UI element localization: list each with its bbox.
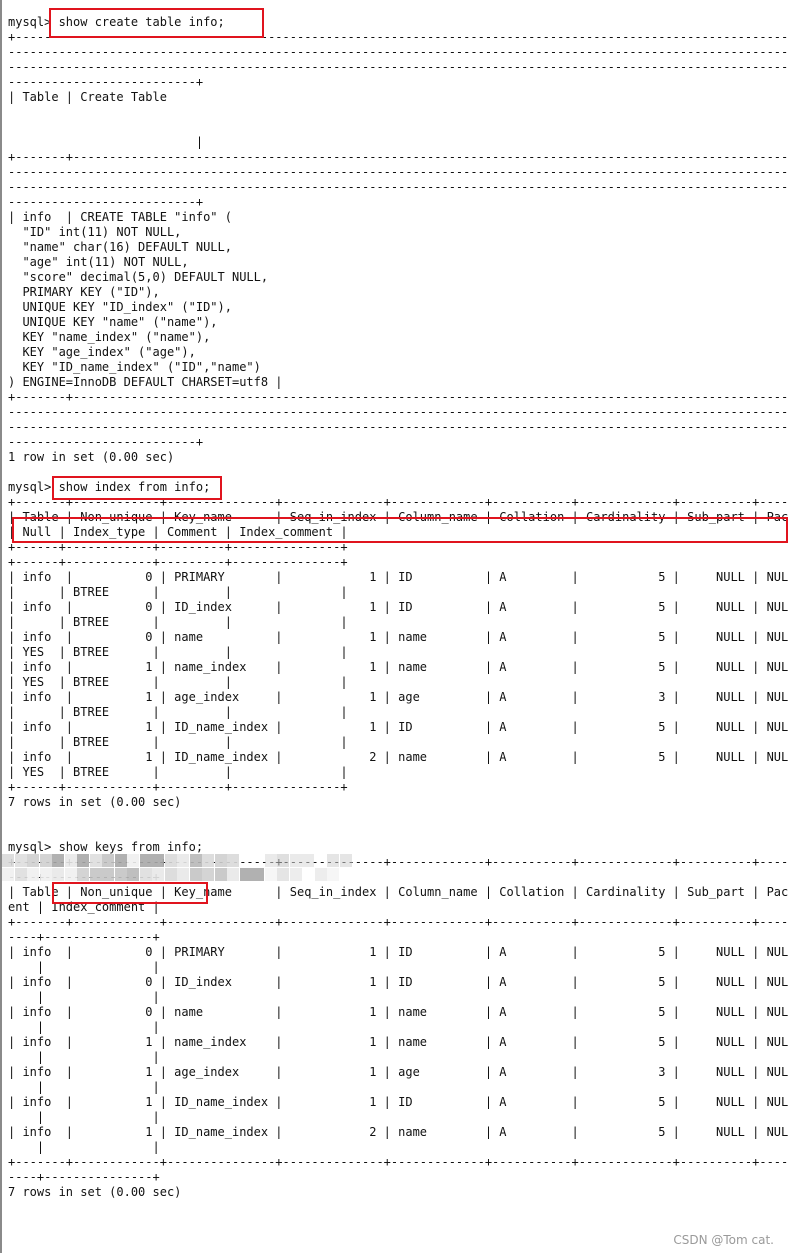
terminal-line-40: | | BTREE | | | [8,615,348,629]
terminal-line-76: +-------+------------+---------------+--… [8,1155,788,1169]
terminal-line-35: +------+------------+---------+---------… [8,540,348,554]
terminal-line-22: KEY "age_index" ("age"), [8,345,196,359]
terminal-line-36: +------+------------+---------+---------… [8,555,348,569]
terminal-line-60: +-------+------------+---------------+--… [8,915,788,929]
terminal-line-12: --------------------------+ [8,195,204,209]
terminal-line-44: | YES | BTREE | | | [8,675,348,689]
terminal-line-31: mysql> show index from info; [8,480,211,494]
terminal-line-33: | Table | Non_unique | Key_name | Seq_in… [8,510,788,524]
terminal-line-51: +------+------------+---------+---------… [8,780,348,794]
terminal-line-10: ----------------------------------------… [8,165,788,179]
terminal-line-62: | info | 0 | PRIMARY | 1 | ID | A | 5 | … [8,945,788,959]
terminal-line-39: | info | 0 | ID_index | 1 | ID | A | 5 |… [8,600,788,614]
watermark-text: CSDN @Tom cat. [673,1233,774,1247]
terminal-line-17: "score" decimal(5,0) DEFAULT NULL, [8,270,269,284]
terminal-line-63: | | [8,960,160,974]
terminal-line-75: | | [8,1140,160,1154]
terminal-line-70: | info | 1 | age_index | 1 | age | A | 3… [8,1065,788,1079]
terminal-line-1: +---------------------------------------… [8,30,788,44]
terminal-line-15: "name" char(16) DEFAULT NULL, [8,240,232,254]
terminal-line-77: ----+---------------+ [8,1170,160,1184]
terminal-line-14: "ID" int(11) NOT NULL, [8,225,182,239]
terminal-line-11: ----------------------------------------… [8,180,788,194]
terminal-line-71: | | [8,1080,160,1094]
terminal-line-9: +-------+-------------------------------… [8,150,788,164]
terminal-line-49: | info | 1 | ID_name_index | 2 | name | … [8,750,788,764]
terminal-line-73: | | [8,1110,160,1124]
terminal-line-19: UNIQUE KEY "ID_index" ("ID"), [8,300,232,314]
terminal-line-42: | YES | BTREE | | | [8,645,348,659]
terminal-line-43: | info | 1 | name_index | 1 | name | A |… [8,660,788,674]
terminal-line-58: | Table | Non_unique | Key_name | Seq_in… [8,885,788,899]
terminal-line-41: | info | 0 | name | 1 | name | A | 5 | N… [8,630,788,644]
terminal-line-5: | Table | Create Table [8,90,167,104]
terminal-line-78: 7 rows in set (0.00 sec) [8,1185,182,1199]
terminal-line-55: mysql> show keys from info; [8,840,204,854]
pixelated-redaction [2,854,352,884]
terminal-line-47: | info | 1 | ID_name_index | 1 | ID | A … [8,720,788,734]
terminal-line-25: +-------+-------------------------------… [8,390,788,404]
terminal-line-23: KEY "ID_name_index" ("ID","name") [8,360,261,374]
terminal-line-66: | info | 0 | name | 1 | name | A | 5 | N… [8,1005,788,1019]
terminal-line-4: --------------------------+ [8,75,204,89]
terminal-line-34: | Null | Index_type | Comment | Index_co… [8,525,348,539]
terminal-line-74: | info | 1 | ID_name_index | 2 | name | … [8,1125,788,1139]
terminal-window[interactable]: mysql> show create table info; +---------… [0,0,788,1253]
terminal-line-59: ent | Index_comment | [8,900,160,914]
terminal-line-32: +-------+------------+---------------+--… [8,495,788,509]
terminal-line-0: mysql> show create table info; [8,15,225,29]
terminal-line-13: | info | CREATE TABLE "info" ( [8,210,232,224]
terminal-line-38: | | BTREE | | | [8,585,348,599]
terminal-line-18: PRIMARY KEY ("ID"), [8,285,160,299]
terminal-line-65: | | [8,990,160,1004]
terminal-line-45: | info | 1 | age_index | 1 | age | A | 3… [8,690,788,704]
terminal-line-27: ----------------------------------------… [8,420,788,434]
terminal-line-37: | info | 0 | PRIMARY | 1 | ID | A | 5 | … [8,570,788,584]
terminal-line-67: | | [8,1020,160,1034]
terminal-line-48: | | BTREE | | | [8,735,348,749]
terminal-line-72: | info | 1 | ID_name_index | 1 | ID | A … [8,1095,788,1109]
terminal-line-3: ----------------------------------------… [8,60,788,74]
terminal-line-21: KEY "name_index" ("name"), [8,330,211,344]
terminal-line-24: ) ENGINE=InnoDB DEFAULT CHARSET=utf8 | [8,375,283,389]
terminal-line-69: | | [8,1050,160,1064]
terminal-line-28: --------------------------+ [8,435,204,449]
terminal-line-29: 1 row in set (0.00 sec) [8,450,175,464]
terminal-line-2: ----------------------------------------… [8,45,788,59]
terminal-line-46: | | BTREE | | | [8,705,348,719]
terminal-line-52: 7 rows in set (0.00 sec) [8,795,182,809]
terminal-line-50: | YES | BTREE | | | [8,765,348,779]
terminal-line-20: UNIQUE KEY "name" ("name"), [8,315,218,329]
terminal-line-8: | [8,135,204,149]
terminal-line-16: "age" int(11) NOT NULL, [8,255,189,269]
terminal-line-68: | info | 1 | name_index | 1 | name | A |… [8,1035,788,1049]
terminal-line-64: | info | 0 | ID_index | 1 | ID | A | 5 |… [8,975,788,989]
terminal-line-61: ----+---------------+ [8,930,160,944]
terminal-line-26: ----------------------------------------… [8,405,788,419]
